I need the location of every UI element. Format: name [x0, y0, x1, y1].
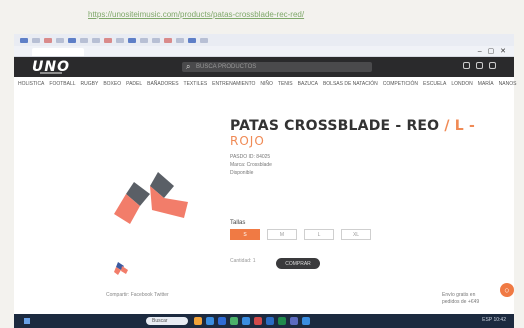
logo-underline — [40, 72, 62, 74]
nav-item[interactable]: ENTRENAMIENTO — [212, 81, 255, 87]
taskbar-search[interactable]: Buscar — [146, 317, 188, 325]
size-option[interactable]: XL — [341, 229, 371, 240]
word-icon[interactable] — [266, 317, 274, 325]
product-title: PATAS CROSSBLADE - REO / L - — [230, 118, 475, 134]
product-color-name: ROJO — [230, 134, 265, 148]
fin-right — [150, 172, 188, 218]
chrome-icon[interactable] — [230, 317, 238, 325]
active-tab[interactable] — [32, 48, 84, 56]
bookmark-item[interactable] — [44, 37, 52, 43]
size-option[interactable]: L — [304, 229, 334, 240]
nav-item[interactable]: BAZUCA — [298, 81, 318, 87]
bookmark-item[interactable] — [92, 37, 100, 43]
teams-icon[interactable] — [290, 317, 298, 325]
nav-item[interactable]: TEXTILES — [184, 81, 208, 87]
category-nav: HOLISTICA FOOTBALL RUGBY BOXEO PADEL BAÑ… — [14, 79, 517, 88]
quantity-field[interactable]: Cantidad: 1 — [230, 258, 256, 264]
bookmark-item[interactable] — [152, 37, 160, 43]
search-icon: ⌕ — [186, 62, 191, 71]
nav-item[interactable]: HOLISTICA — [18, 81, 44, 87]
system-tray[interactable]: ESP 10:42 — [482, 317, 506, 323]
mail-icon[interactable] — [242, 317, 250, 325]
product-title-suffix: / L - — [444, 118, 475, 134]
taskbar: Buscar ESP 10:42 — [14, 314, 514, 328]
nav-item[interactable]: BOLSAS DE NATACIÓN — [323, 81, 378, 87]
size-option[interactable]: M — [267, 229, 297, 240]
bookmark-item[interactable] — [140, 37, 148, 43]
menu-icon[interactable] — [489, 62, 496, 69]
bookmark-item[interactable] — [68, 37, 76, 43]
fin-left — [114, 182, 150, 224]
taskbar-apps — [194, 317, 310, 325]
nav-item[interactable]: LONDON — [451, 81, 472, 87]
browser-window: – ▢ ✕ UNO ⌕ BUSCA PRODUCTOS HOLISTICA FO… — [14, 34, 517, 326]
folder-icon[interactable] — [194, 317, 202, 325]
shipping-note: Envío gratis en pedidos de +€49 — [442, 292, 480, 305]
start-icon[interactable] — [24, 318, 30, 324]
nav-item[interactable]: ESCUELA — [423, 81, 446, 87]
bookmark-item[interactable] — [200, 37, 208, 43]
nav-item[interactable]: NIÑO — [260, 81, 273, 87]
buy-button[interactable]: COMPRAR — [276, 258, 320, 269]
bookmark-item[interactable] — [32, 37, 40, 43]
nav-item[interactable]: BOXEO — [103, 81, 121, 87]
product-ref: PASDO ID: 84025 — [230, 154, 271, 160]
user-icon[interactable] — [463, 62, 470, 69]
search-input[interactable]: ⌕ BUSCA PRODUCTOS — [182, 62, 372, 72]
product-image[interactable] — [112, 142, 212, 238]
nav-item[interactable]: MARÍA — [478, 81, 494, 87]
bookmark-item[interactable] — [56, 37, 64, 43]
nav-item[interactable]: RUGBY — [81, 81, 99, 87]
edge-icon[interactable] — [206, 317, 214, 325]
size-label: Tallas — [230, 220, 246, 226]
size-selector: S M L XL — [230, 229, 371, 240]
site-header: UNO ⌕ BUSCA PRODUCTOS — [14, 57, 514, 77]
product-title-main: PATAS CROSSBLADE - REO — [230, 118, 440, 134]
product-availability: Disponible — [230, 170, 254, 176]
bookmark-item[interactable] — [164, 37, 172, 43]
bookmarks-bar — [14, 34, 514, 46]
cart-icon[interactable] — [476, 62, 483, 69]
app-icon[interactable] — [254, 317, 262, 325]
nav-item[interactable]: BAÑADORES — [147, 81, 178, 87]
nav-item[interactable]: PADEL — [126, 81, 142, 87]
bookmark-item[interactable] — [104, 37, 112, 43]
tab-strip: – ▢ ✕ — [14, 46, 514, 57]
bookmark-item[interactable] — [128, 37, 136, 43]
bookmark-item[interactable] — [188, 37, 196, 43]
bookmark-item[interactable] — [80, 37, 88, 43]
app-icon[interactable] — [302, 317, 310, 325]
chat-icon[interactable]: ○ — [500, 283, 514, 297]
url-caption: https://unositeimusic.com/products/patas… — [88, 10, 305, 19]
bookmark-item[interactable] — [20, 37, 28, 43]
size-option[interactable]: S — [230, 229, 260, 240]
product-brand: Marca: Crossblade — [230, 162, 272, 168]
search-placeholder: BUSCA PRODUCTOS — [196, 64, 257, 70]
nav-item[interactable]: COMPETICIÓN — [383, 81, 418, 87]
bookmark-item[interactable] — [176, 37, 184, 43]
header-icons — [463, 62, 496, 69]
product-thumbnail[interactable] — [114, 260, 130, 276]
nav-item[interactable]: TENIS — [278, 81, 293, 87]
store-icon[interactable] — [218, 317, 226, 325]
nav-item[interactable]: FOOTBALL — [49, 81, 75, 87]
nav-item[interactable]: NANOS — [499, 81, 517, 87]
bookmark-item[interactable] — [116, 37, 124, 43]
excel-icon[interactable] — [278, 317, 286, 325]
window-controls[interactable]: – ▢ ✕ — [478, 47, 508, 55]
share-links[interactable]: Compartir: Facebook Twitter — [106, 292, 169, 298]
